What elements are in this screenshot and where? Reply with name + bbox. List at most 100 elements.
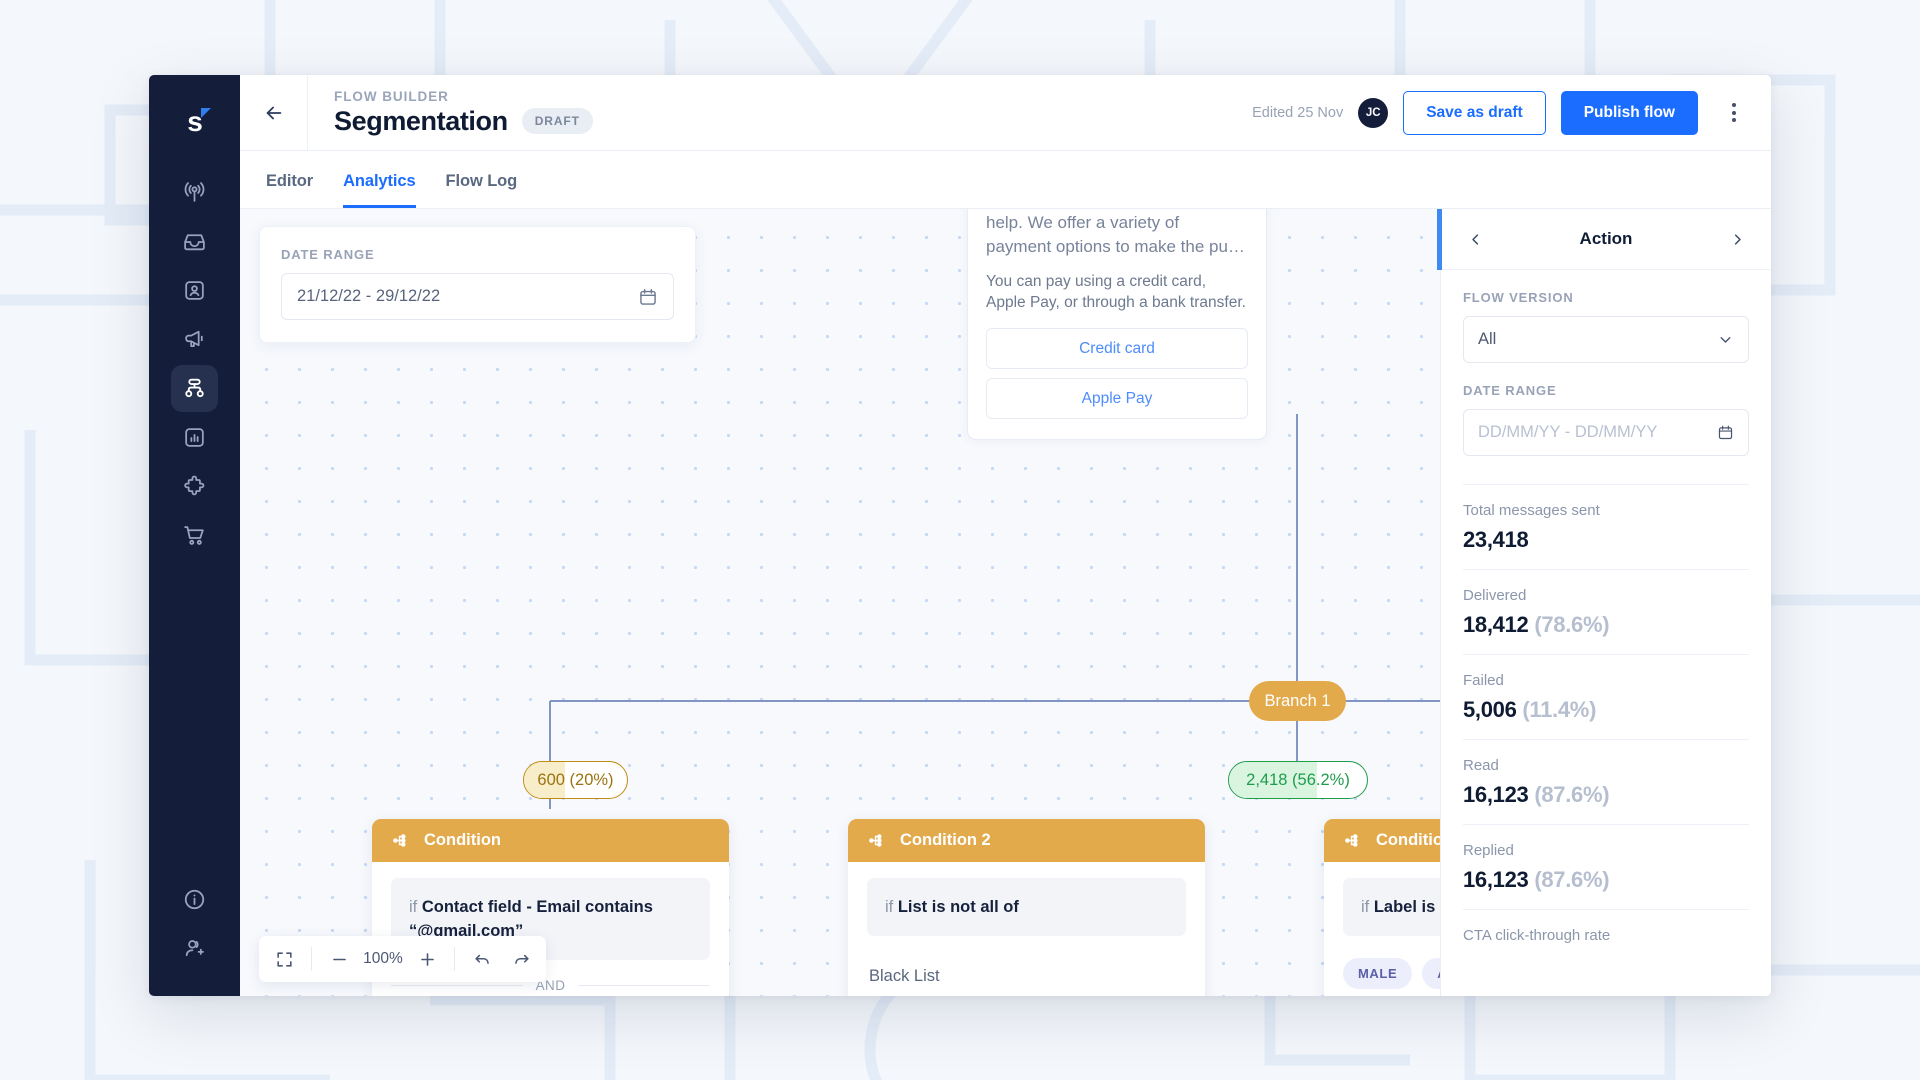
message-preview-node[interactable]: Hi there! Sure, I'd be happy to help. We… <box>967 209 1267 440</box>
avatar[interactable]: JC <box>1358 97 1389 128</box>
header-actions: Edited 25 Nov JC Save as draft Publish f… <box>1252 90 1771 135</box>
tab-editor[interactable]: Editor <box>266 172 313 208</box>
main-area: FLOW BUILDER Segmentation DRAFT Edited 2… <box>240 75 1771 996</box>
save-as-draft-button[interactable]: Save as draft <box>1403 90 1546 135</box>
branch-node[interactable]: Branch 1 <box>1249 681 1346 721</box>
more-options-icon[interactable] <box>1717 96 1751 130</box>
metric-label: Delivered <box>1463 587 1527 604</box>
zoom-in-button[interactable] <box>409 941 445 977</box>
metric-percent: (11.4%) <box>1522 697 1597 722</box>
condition-card-2[interactable]: Condition 2 if List is not all of Black … <box>848 819 1205 996</box>
panel-date-range-label: DATE RANGE <box>1463 383 1557 398</box>
metric-number: 18,412 <box>1463 612 1529 637</box>
panel-next-button[interactable] <box>1723 225 1751 253</box>
stat-pill-branch-b-label: 2,418 (56.2%) <box>1246 770 1350 789</box>
sidebar-item-integrations[interactable] <box>171 463 218 510</box>
canvas-zoom-toolbar: 100% <box>259 936 546 982</box>
metric-value: 18,412 (78.6%) <box>1463 612 1749 638</box>
condition-card-2-body: if List is not all of Black List Old Cus… <box>848 862 1205 996</box>
metric-failed: Failed 5,006 (11.4%) <box>1463 654 1749 739</box>
metric-cta-click-through-rate: CTA click-through rate <box>1463 909 1749 968</box>
metric-number: 5,006 <box>1463 697 1517 722</box>
calendar-icon <box>1718 425 1733 440</box>
sidebar-item-contacts[interactable] <box>171 267 218 314</box>
metric-label: CTA click-through rate <box>1463 927 1611 944</box>
toolbar-divider <box>311 947 312 971</box>
panel-header: Action <box>1441 209 1771 270</box>
message-preview-subtext: You can pay using a credit card, Apple P… <box>986 273 1246 311</box>
fit-to-screen-icon[interactable] <box>266 941 302 977</box>
zoom-level-label: 100% <box>363 950 403 967</box>
sidebar-item-invite-user[interactable] <box>171 925 218 972</box>
left-nav-rail: s <box>149 75 240 996</box>
flow-canvas[interactable]: DATE RANGE 21/12/22 - 29/12/22 Hi there!… <box>240 209 1771 996</box>
edited-timestamp: Edited 25 Nov <box>1252 104 1344 121</box>
breadcrumb-eyebrow: FLOW BUILDER <box>334 88 449 104</box>
rule-if-keyword: if <box>885 898 894 916</box>
redo-icon[interactable] <box>503 941 539 977</box>
metric-label: Replied <box>1463 842 1514 859</box>
sidebar-item-flows[interactable] <box>171 365 218 412</box>
condition-card-2-header: Condition 2 <box>848 819 1205 862</box>
stat-pill-branch-b[interactable]: 2,418 (56.2%) <box>1228 761 1368 799</box>
tag-chip[interactable]: MALE <box>1343 958 1413 989</box>
condition-rule: if List is not all of <box>867 878 1186 936</box>
calendar-icon <box>640 288 656 305</box>
app-window: s FLOW BUILDER Segmentation DRAFT Edited… <box>149 75 1771 996</box>
sidebar-item-broadcast[interactable] <box>171 169 218 216</box>
toolbar-divider <box>454 947 455 971</box>
date-range-input[interactable]: 21/12/22 - 29/12/22 <box>281 273 674 320</box>
panel-date-range-placeholder: DD/MM/YY - DD/MM/YY <box>1478 423 1658 441</box>
title-block: FLOW BUILDER Segmentation DRAFT <box>308 89 593 137</box>
stat-pill-branch-a-label: 600 (20%) <box>537 770 614 789</box>
sidebar-item-analytics[interactable] <box>171 414 218 461</box>
panel-date-range-input[interactable]: DD/MM/YY - DD/MM/YY <box>1463 409 1749 456</box>
tab-flow-log[interactable]: Flow Log <box>446 172 518 208</box>
undo-icon[interactable] <box>464 941 500 977</box>
metric-label: Total messages sent <box>1463 502 1600 519</box>
zoom-out-button[interactable] <box>321 941 357 977</box>
quick-reply-apple-pay[interactable]: Apple Pay <box>986 378 1248 419</box>
tab-analytics[interactable]: Analytics <box>343 172 416 208</box>
sidebar-item-shop[interactable] <box>171 512 218 559</box>
sidebar-item-campaigns[interactable] <box>171 316 218 363</box>
condition-card-1-title: Condition <box>424 831 501 849</box>
panel-prev-button[interactable] <box>1461 225 1489 253</box>
chevron-down-icon <box>1720 337 1731 343</box>
flow-version-label: FLOW VERSION <box>1463 290 1574 305</box>
logo-flag-icon <box>200 108 211 118</box>
condition-card-2-title: Condition 2 <box>900 831 991 849</box>
publish-flow-button[interactable]: Publish flow <box>1560 90 1698 135</box>
condition-branch-icon <box>393 834 406 847</box>
list-item[interactable]: Black List <box>867 950 1186 996</box>
metric-label: Failed <box>1463 672 1504 689</box>
rule-text: List is not all of <box>897 898 1019 916</box>
status-badge: DRAFT <box>521 108 593 134</box>
panel-accent-bar <box>1437 209 1442 270</box>
panel-body: FLOW VERSION All DATE RANGE DD/MM/YY - D… <box>1441 270 1771 996</box>
metric-value: 16,123 (87.6%) <box>1463 867 1749 893</box>
back-button[interactable] <box>240 75 308 151</box>
tab-bar: Editor Analytics Flow Log <box>240 151 1771 209</box>
rule-if-keyword: if <box>1361 898 1370 916</box>
title-row: Segmentation DRAFT <box>334 106 593 137</box>
flow-version-select[interactable]: All <box>1463 316 1749 363</box>
date-range-card: DATE RANGE 21/12/22 - 29/12/22 <box>259 226 696 343</box>
panel-title: Action <box>1579 229 1633 248</box>
sidebar-item-inbox[interactable] <box>171 218 218 265</box>
metric-percent: (78.6%) <box>1534 612 1610 637</box>
sidebar-item-info[interactable] <box>171 876 218 923</box>
rail-bottom-group <box>171 876 218 996</box>
quick-reply-credit-card[interactable]: Credit card <box>986 328 1248 369</box>
metric-label: Read <box>1463 757 1499 774</box>
page-title: Segmentation <box>334 105 508 136</box>
app-logo[interactable]: s <box>170 97 220 147</box>
date-range-label: DATE RANGE <box>281 247 375 262</box>
metric-number: 23,418 <box>1463 527 1529 552</box>
top-header-bar: FLOW BUILDER Segmentation DRAFT Edited 2… <box>240 75 1771 151</box>
metric-percent: (87.6%) <box>1534 782 1610 807</box>
metric-number: 16,123 <box>1463 867 1529 892</box>
stat-pill-branch-a[interactable]: 600 (20%) <box>523 761 628 799</box>
rule-if-keyword: if <box>409 898 418 916</box>
metric-read: Read 16,123 (87.6%) <box>1463 739 1749 824</box>
